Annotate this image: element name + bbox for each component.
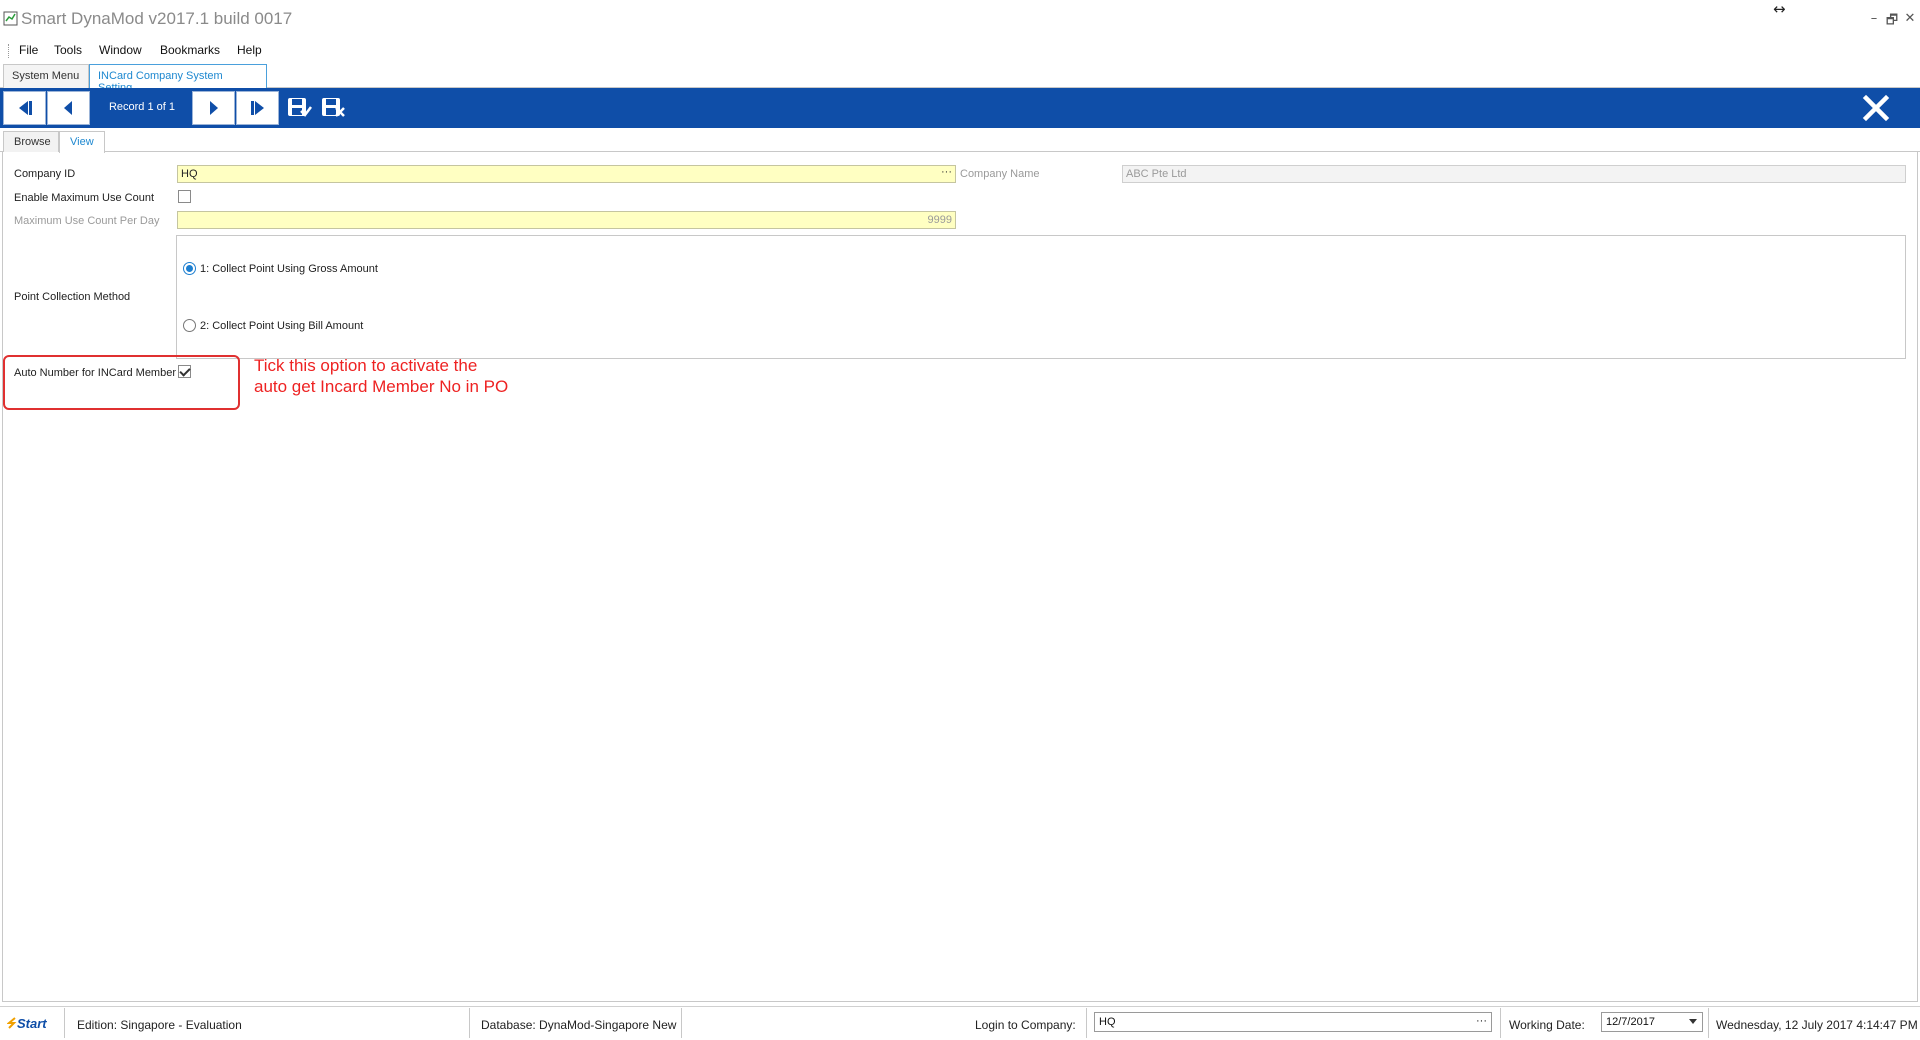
point-collection-method-group [176,235,1906,359]
max-use-count-per-day-value: 9999 [927,214,952,226]
menu-grip [8,44,10,58]
company-name-label: Company Name [960,168,1040,180]
start-logo-icon [6,1017,17,1029]
app-icon [3,11,18,26]
tab-system-menu[interactable]: System Menu [3,64,89,88]
login-company-value: HQ [1099,1016,1116,1028]
working-date-label: Working Date: [1509,1018,1585,1032]
previous-record-button[interactable] [47,91,90,125]
menu-help[interactable]: Help [237,43,262,57]
chevron-down-icon[interactable] [1689,1019,1697,1024]
close-icon[interactable] [1862,94,1890,122]
company-id-lookup-button[interactable]: ··· [941,166,952,178]
status-separator [681,1008,682,1038]
company-id-label: Company ID [14,168,76,180]
save-icon[interactable] [286,95,312,119]
annotation-line-2: auto get Incard Member No in PO [254,377,509,396]
first-record-icon [19,101,32,115]
close-window-button[interactable]: ✕ [1902,11,1918,26]
edition-text: Edition: Singapore - Evaluation [77,1018,242,1032]
current-datetime: Wednesday, 12 July 2017 4:14:47 PM [1716,1018,1918,1032]
next-record-icon [210,101,218,115]
record-toolbar: Record 1 of 1 [0,88,1920,128]
window-title: Smart DynaMod v2017.1 build 0017 [21,9,293,28]
database-text: Database: DynaMod-Singapore New [481,1018,677,1032]
minimize-button[interactable]: – [1866,11,1882,26]
last-record-icon [251,101,264,115]
company-id-field[interactable]: HQ ··· [177,165,956,183]
record-indicator: Record 1 of 1 [108,101,176,113]
tab-browse[interactable]: Browse [3,131,59,152]
menu-tools[interactable]: Tools [54,43,82,57]
radio-gross-amount[interactable] [183,262,196,275]
radio-gross-amount-label[interactable]: 1: Collect Point Using Gross Amount [200,263,378,275]
menu-file[interactable]: File [19,43,38,57]
max-use-count-per-day-field[interactable]: 9999 [177,211,956,229]
start-logo-text: Start [17,1016,47,1031]
menu-bookmarks[interactable]: Bookmarks [160,43,220,57]
login-company-field[interactable]: HQ ··· [1094,1012,1492,1032]
restore-button[interactable]: 🗗 [1884,11,1900,33]
document-tabs: System Menu INCard Company System Settin… [0,64,1920,94]
resize-cursor-icon: ↔ [1773,0,1786,18]
enable-max-use-count-label: Enable Maximum Use Count [14,192,155,204]
working-date-value: 12/7/2017 [1606,1016,1655,1028]
login-company-lookup-button[interactable]: ··· [1476,1015,1487,1027]
annotation-line-1: Tick this option to activate the [254,356,478,375]
tab-incard-company-system-setting[interactable]: INCard Company System Setting [89,64,267,94]
tab-view[interactable]: View [59,131,105,153]
company-id-value: HQ [181,168,198,180]
title-bar: Smart DynaMod v2017.1 build 0017 ↔ – 🗗 ✕ [0,0,1920,38]
status-separator [1708,1008,1709,1038]
save-close-icon[interactable] [320,95,346,119]
status-separator [1086,1008,1087,1038]
status-separator [64,1008,65,1038]
first-record-button[interactable] [3,91,46,125]
status-separator [469,1008,470,1038]
menu-bar: File Tools Window Bookmarks Help [0,40,1920,62]
company-name-field[interactable]: ABC Pte Ltd [1122,165,1906,183]
company-name-value: ABC Pte Ltd [1126,168,1187,180]
start-logo: Start [6,1016,47,1031]
previous-record-icon [64,101,72,115]
menu-window[interactable]: Window [99,43,142,57]
view-tabs: Browse View [0,129,1920,153]
status-bar: Start Edition: Singapore - Evaluation Da… [0,1006,1920,1040]
radio-bill-amount-label[interactable]: 2: Collect Point Using Bill Amount [200,320,363,332]
annotation-text: Tick this option to activate the auto ge… [254,355,508,397]
last-record-button[interactable] [236,91,279,125]
point-collection-method-label: Point Collection Method [14,291,131,303]
working-date-picker[interactable]: 12/7/2017 [1601,1012,1703,1032]
radio-bill-amount[interactable] [183,319,196,332]
next-record-button[interactable] [192,91,235,125]
max-use-count-per-day-label: Maximum Use Count Per Day [14,215,160,227]
login-company-label: Login to Company: [975,1018,1076,1032]
highlight-box [3,355,240,410]
status-separator [1500,1008,1501,1038]
enable-max-use-count-checkbox[interactable] [178,190,191,203]
